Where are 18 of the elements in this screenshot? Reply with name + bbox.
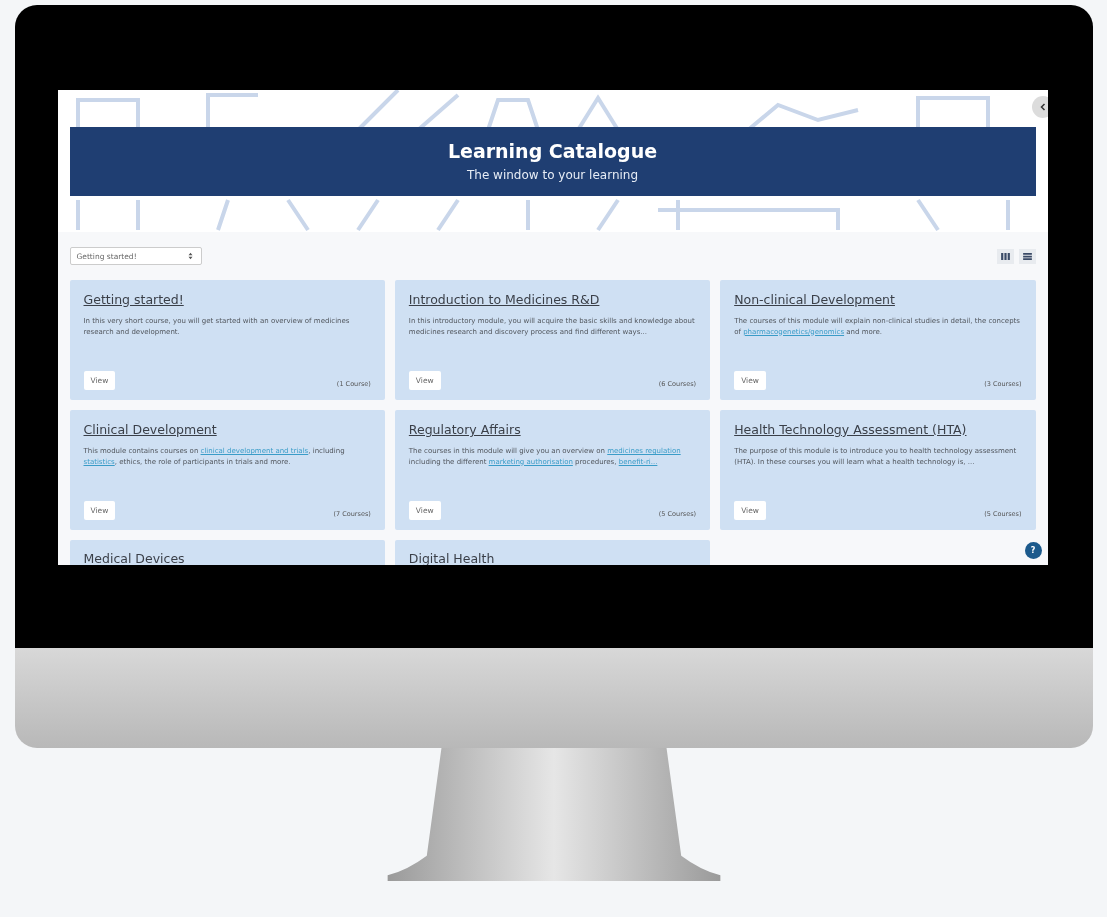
- card-title-link[interactable]: Getting started!: [83, 292, 371, 307]
- sort-arrows-icon: [187, 252, 193, 260]
- card-title-link[interactable]: Digital Health: [408, 551, 697, 565]
- grid-icon: [1000, 252, 1010, 260]
- card-title-link[interactable]: Non-clinical Development: [734, 292, 1022, 307]
- list-view-button[interactable]: [1018, 248, 1036, 264]
- card-title-link[interactable]: Medical Devices: [83, 551, 371, 565]
- chevron-left-icon: [1038, 102, 1047, 112]
- card-title-link[interactable]: Regulatory Affairs: [408, 422, 697, 437]
- grid-view-button[interactable]: [996, 248, 1014, 264]
- card-title-link[interactable]: Health Technology Assessment (HTA): [734, 422, 1022, 437]
- list-icon: [1022, 252, 1032, 260]
- help-button[interactable]: ?: [1024, 542, 1042, 559]
- page-subtitle: The window to your learning: [466, 168, 639, 182]
- card-title-link[interactable]: Clinical Development: [83, 422, 371, 437]
- collapse-button[interactable]: [1031, 96, 1048, 118]
- page-title: Learning Catalogue: [447, 140, 658, 162]
- card-title-link[interactable]: Introduction to Medicines R&D: [408, 292, 697, 307]
